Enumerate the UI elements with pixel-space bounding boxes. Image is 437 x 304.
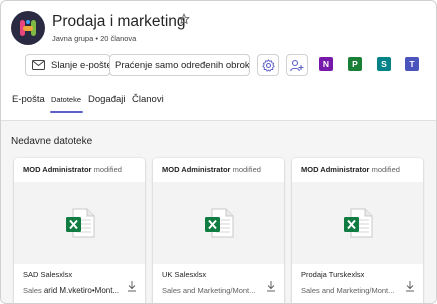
file-thumbnail[interactable] xyxy=(292,182,423,264)
excel-file-icon xyxy=(204,208,233,238)
file-location-prefix: Sales xyxy=(23,286,42,295)
author-name: MOD Administrator xyxy=(23,165,92,174)
download-icon[interactable] xyxy=(266,280,276,292)
files-panel: Nedavne datoteke MOD Administrator modif… xyxy=(1,121,436,303)
file-name: SAD Salesxlsx xyxy=(23,270,73,279)
file-card[interactable]: MOD Administrator modified UK Salesxlsx … xyxy=(153,158,284,303)
card-author: MOD Administrator modified xyxy=(301,165,400,174)
add-member-button[interactable] xyxy=(286,54,308,76)
file-location: Sales arid M.vketiro•Mont... xyxy=(23,286,123,295)
tab-files[interactable]: Datoteke xyxy=(51,95,81,104)
file-location: Sales and Marketing/Mont... xyxy=(162,286,256,295)
file-location-overlap: arid M.vketiro•Mont... xyxy=(43,286,120,295)
planner-letter: P xyxy=(352,59,358,69)
modified-label: modified xyxy=(93,165,122,174)
download-icon[interactable] xyxy=(127,280,137,292)
teams-icon[interactable]: T xyxy=(405,57,419,71)
onenote-icon[interactable]: N xyxy=(319,57,333,71)
modified-label: modified xyxy=(371,165,400,174)
tab-bar: E-pošta Datoteke Događaji Članovi xyxy=(1,91,436,113)
file-location: Sales and Marketing/Mont... xyxy=(301,286,395,295)
tab-events[interactable]: Događaji xyxy=(88,94,126,105)
settings-button[interactable] xyxy=(257,54,279,76)
follow-button[interactable]: Praćenje samo određenih obroka xyxy=(109,54,250,76)
tab-members[interactable]: Članovi xyxy=(132,94,164,105)
favorite-star-icon[interactable] xyxy=(178,13,190,25)
excel-file-icon xyxy=(65,208,94,238)
group-header: Prodaja i marketing Javna grupa • 20 čla… xyxy=(1,1,436,123)
planner-icon[interactable]: P xyxy=(348,57,362,71)
send-email-label: Slanje e-pošte xyxy=(51,59,110,71)
teams-letter: T xyxy=(409,59,415,69)
author-name: MOD Administrator xyxy=(162,165,231,174)
group-meta: Javna grupa • 20 članova xyxy=(52,34,137,43)
active-tab-indicator xyxy=(50,111,83,113)
follow-label: Praćenje samo određenih obroka xyxy=(115,59,250,71)
tab-email[interactable]: E-pošta xyxy=(12,94,45,105)
group-title: Prodaja i marketing xyxy=(52,13,186,30)
group-people-icon xyxy=(20,20,36,36)
mail-icon xyxy=(32,60,45,70)
excel-file-icon xyxy=(343,208,372,238)
card-author: MOD Administrator modified xyxy=(23,165,122,174)
author-name: MOD Administrator xyxy=(301,165,370,174)
sharepoint-icon[interactable]: S xyxy=(377,57,391,71)
group-window: Prodaja i marketing Javna grupa • 20 čla… xyxy=(0,0,437,304)
send-email-button[interactable]: Slanje e-pošte xyxy=(25,54,110,76)
file-card[interactable]: MOD Administrator modified Prodaja Tursk… xyxy=(292,158,423,303)
modified-label: modified xyxy=(232,165,261,174)
onenote-letter: N xyxy=(322,59,330,69)
gear-icon xyxy=(261,58,275,72)
file-name: UK Salesxlsx xyxy=(162,270,207,279)
recent-files-title: Nedavne datoteke xyxy=(11,136,93,147)
card-author: MOD Administrator modified xyxy=(162,165,261,174)
file-name: Prodaja Turskexlsx xyxy=(301,270,365,279)
sharepoint-letter: S xyxy=(381,59,387,69)
group-avatar[interactable] xyxy=(11,11,45,45)
file-card[interactable]: MOD Administrator modified SAD Salesxlsx… xyxy=(14,158,145,303)
file-thumbnail[interactable] xyxy=(153,182,284,264)
download-icon[interactable] xyxy=(405,280,415,292)
add-person-icon xyxy=(290,59,304,71)
file-thumbnail[interactable] xyxy=(14,182,145,264)
